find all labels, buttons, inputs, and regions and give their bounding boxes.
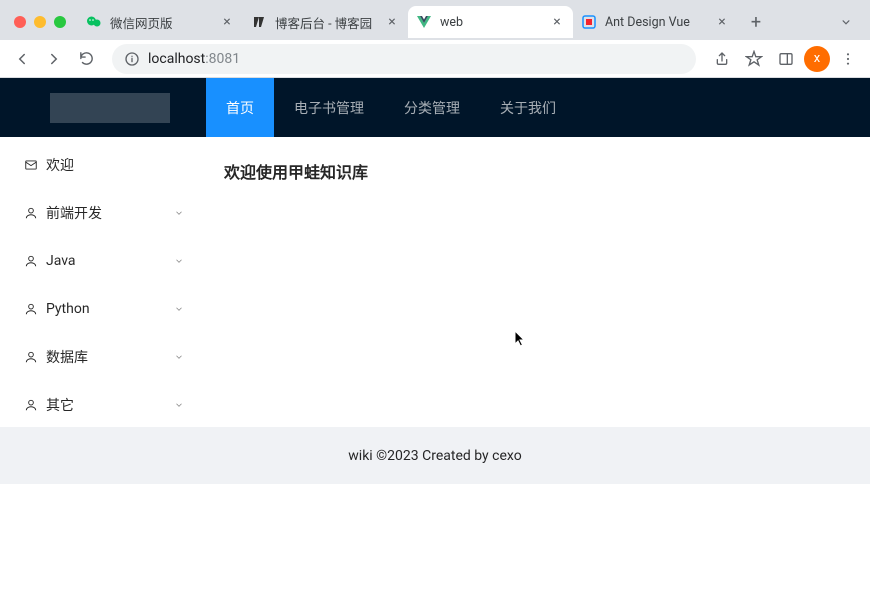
mail-icon: [24, 158, 38, 172]
logo-placeholder: [50, 93, 170, 123]
main-nav: 首页 电子书管理 分类管理 关于我们: [206, 78, 576, 137]
minimize-window-button[interactable]: [34, 16, 46, 28]
antd-icon: [581, 14, 597, 30]
user-icon: [24, 206, 38, 220]
side-panel-button[interactable]: [772, 45, 800, 73]
bookmark-button[interactable]: [740, 45, 768, 73]
page-title: 欢迎使用甲蛙知识库: [224, 159, 846, 183]
browser-chrome: 微信网页版 × 博客后台 - 博客园 × web × Ant Design Vu…: [0, 0, 870, 78]
close-tab-icon[interactable]: ×: [714, 14, 730, 30]
menu-button[interactable]: [834, 45, 862, 73]
user-icon: [24, 302, 38, 316]
sidebar-item-database[interactable]: 数据库: [0, 333, 200, 381]
browser-tab-0[interactable]: 微信网页版 ×: [78, 6, 243, 38]
browser-tab-1[interactable]: 博客后台 - 博客园 ×: [243, 6, 408, 38]
browser-tab-3[interactable]: Ant Design Vue ×: [573, 6, 738, 38]
tab-title: 微信网页版: [110, 13, 219, 32]
user-icon: [24, 254, 38, 268]
close-window-button[interactable]: [14, 16, 26, 28]
footer-text: wiki ©2023 Created by cexo: [348, 448, 521, 464]
tab-strip: 微信网页版 × 博客后台 - 博客园 × web × Ant Design Vu…: [0, 0, 870, 40]
nav-ebook[interactable]: 电子书管理: [274, 78, 384, 137]
sidebar: 欢迎 前端开发 Java Python: [0, 137, 200, 427]
share-button[interactable]: [708, 45, 736, 73]
app-body: 欢迎 前端开发 Java Python: [0, 137, 870, 427]
address-port: :8081: [205, 51, 240, 67]
sidebar-item-label: Java: [46, 253, 174, 269]
close-tab-icon[interactable]: ×: [384, 14, 400, 30]
address-host: localhost: [148, 51, 205, 67]
back-button[interactable]: [8, 45, 36, 73]
address-bar[interactable]: localhost:8081: [112, 44, 696, 74]
chevron-down-icon: [174, 400, 184, 410]
main-content: 欢迎使用甲蛙知识库: [200, 137, 870, 427]
wechat-icon: [86, 14, 102, 30]
user-icon: [24, 350, 38, 364]
chevron-down-icon: [174, 208, 184, 218]
avatar-letter: x: [814, 51, 820, 66]
chevron-down-icon: [174, 304, 184, 314]
tab-title: web: [440, 15, 549, 30]
sidebar-item-java[interactable]: Java: [0, 237, 200, 285]
window-controls: [8, 16, 78, 28]
sidebar-item-welcome[interactable]: 欢迎: [0, 141, 200, 189]
reload-button[interactable]: [72, 45, 100, 73]
chevron-down-icon: [174, 352, 184, 362]
sidebar-item-label: 其它: [46, 395, 174, 415]
vue-icon: [416, 14, 432, 30]
sidebar-item-other[interactable]: 其它: [0, 381, 200, 429]
app-header: 首页 电子书管理 分类管理 关于我们: [0, 78, 870, 137]
tab-list-button[interactable]: [834, 10, 858, 34]
profile-avatar[interactable]: x: [804, 46, 830, 72]
chevron-down-icon: [174, 256, 184, 266]
nav-home[interactable]: 首页: [206, 78, 274, 137]
app-footer: wiki ©2023 Created by cexo: [0, 427, 870, 484]
browser-toolbar: localhost:8081 x: [0, 40, 870, 78]
cnblogs-icon: [251, 14, 267, 30]
sidebar-item-label: 前端开发: [46, 203, 174, 223]
maximize-window-button[interactable]: [54, 16, 66, 28]
sidebar-item-python[interactable]: Python: [0, 285, 200, 333]
tab-title: 博客后台 - 博客园: [275, 13, 384, 32]
user-icon: [24, 398, 38, 412]
nav-category[interactable]: 分类管理: [384, 78, 480, 137]
tab-title: Ant Design Vue: [605, 15, 714, 30]
new-tab-button[interactable]: +: [742, 8, 770, 36]
nav-about[interactable]: 关于我们: [480, 78, 576, 137]
close-tab-icon[interactable]: ×: [219, 14, 235, 30]
forward-button[interactable]: [40, 45, 68, 73]
browser-tab-2[interactable]: web ×: [408, 6, 573, 38]
sidebar-item-label: 数据库: [46, 347, 174, 367]
sidebar-item-frontend[interactable]: 前端开发: [0, 189, 200, 237]
sidebar-item-label: Python: [46, 301, 174, 317]
sidebar-item-label: 欢迎: [46, 155, 184, 175]
close-tab-icon[interactable]: ×: [549, 14, 565, 30]
site-info-icon[interactable]: [124, 51, 140, 67]
